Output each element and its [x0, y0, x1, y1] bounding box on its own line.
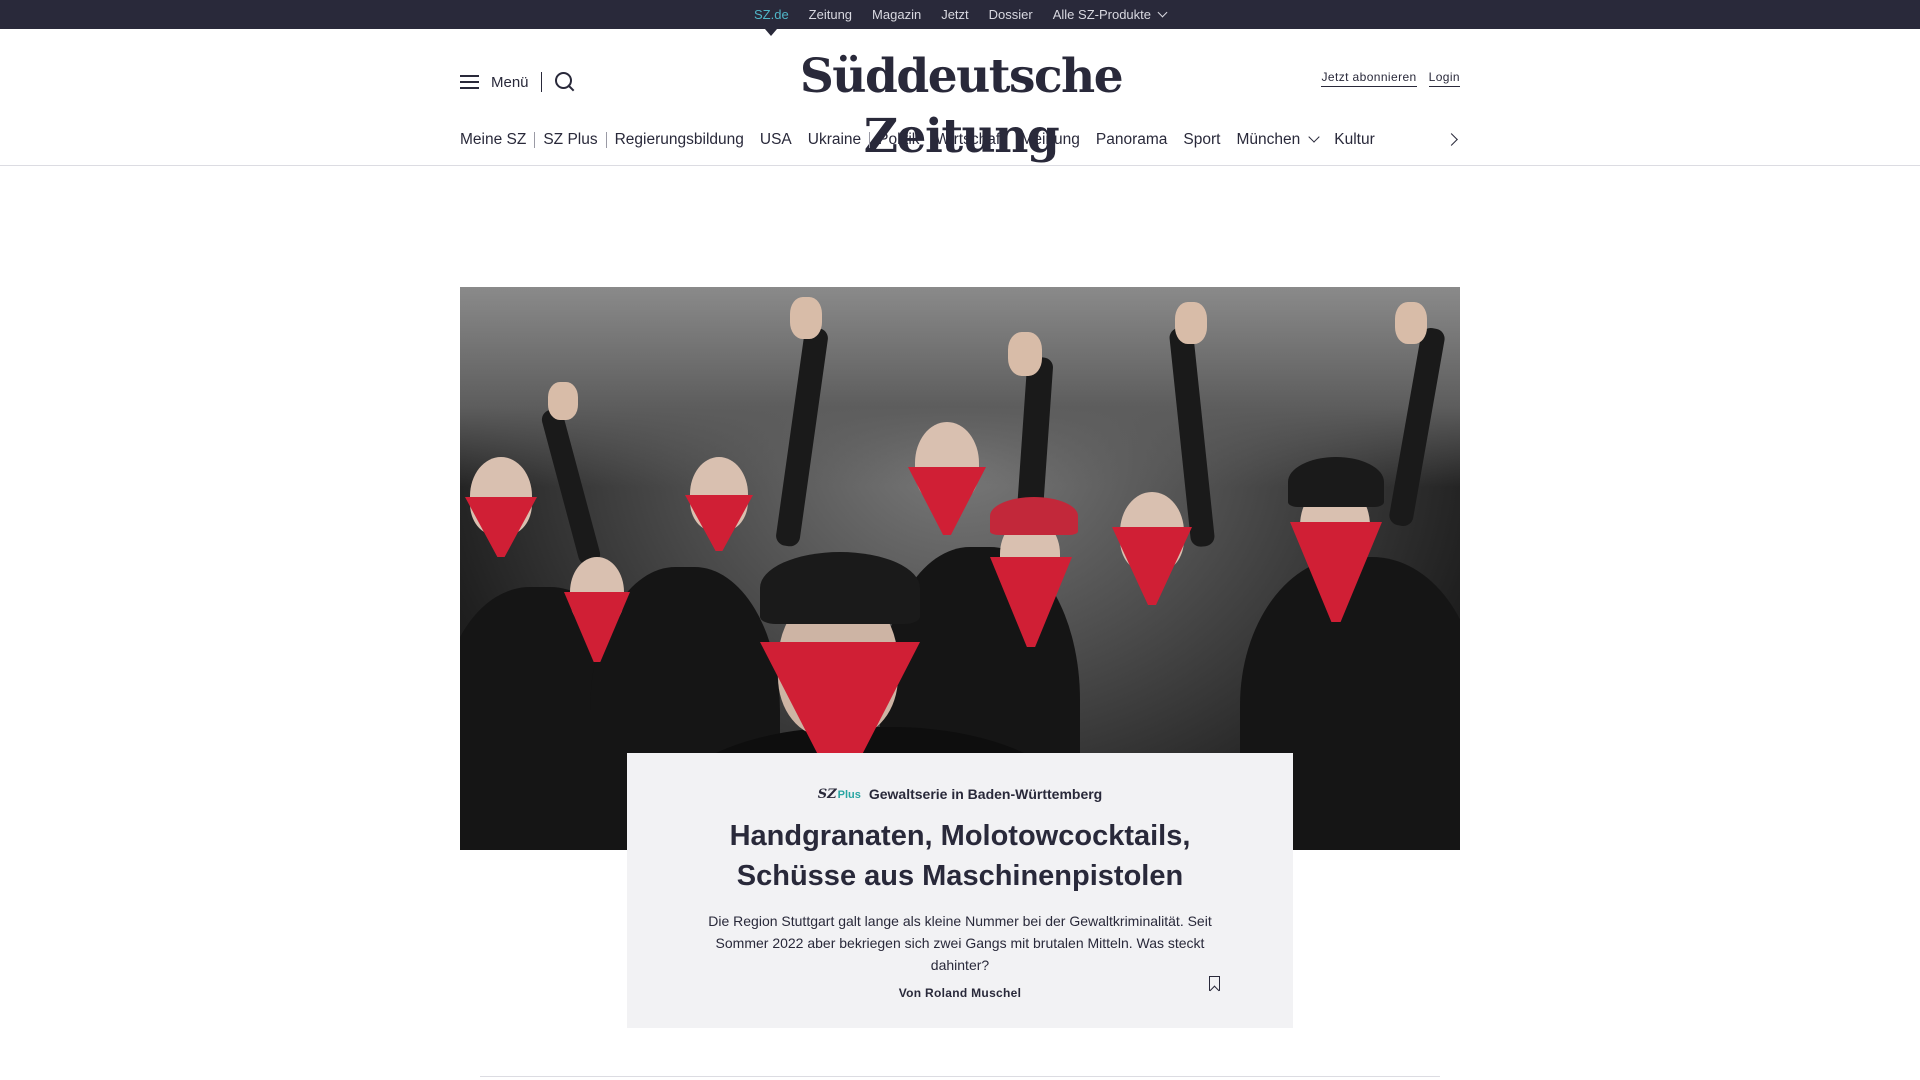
topbar-link-dossier[interactable]: Dossier — [979, 0, 1043, 29]
account-links: Jetzt abonnieren Login — [1321, 70, 1460, 87]
nav-item-meinung[interactable]: Meinung — [1012, 131, 1087, 149]
sz-plus-badge-sz: SZ — [817, 786, 837, 802]
top-product-bar: SZ.de Zeitung Magazin Jetzt Dossier Alle… — [0, 0, 1920, 36]
sz-plus-badge: SZPlus — [818, 787, 861, 802]
divider — [540, 72, 542, 92]
topbar-link-all-products[interactable]: Alle SZ-Produkte — [1043, 0, 1176, 29]
subscribe-link[interactable]: Jetzt abonnieren — [1321, 70, 1417, 87]
masthead: Menü Süddeutsche Zeitung Jetzt abonniere… — [460, 29, 1460, 164]
topbar-link-zeitung[interactable]: Zeitung — [799, 0, 862, 29]
nav-item-usa[interactable]: USA — [752, 131, 800, 149]
article-teaser-card[interactable]: SZPlus Gewaltserie in Baden-Württemberg … — [627, 753, 1293, 1028]
article-byline: Von Roland Muschel — [898, 986, 1022, 1000]
topbar-link-szde[interactable]: SZ.de — [744, 0, 799, 36]
login-link[interactable]: Login — [1428, 70, 1460, 87]
chevron-right-icon[interactable] — [1445, 133, 1458, 146]
nav-item-regierungsbildung[interactable]: Regierungsbildung — [607, 131, 752, 149]
article-kicker: SZPlus Gewaltserie in Baden-Württemberg — [627, 786, 1293, 802]
image-figure — [1288, 457, 1384, 507]
nav-item-meine-sz[interactable]: Meine SZ — [460, 131, 534, 149]
hamburger-menu-icon[interactable] — [460, 75, 479, 89]
nav-item-ukraine[interactable]: Ukraine — [800, 131, 869, 149]
image-figure — [1175, 302, 1207, 344]
image-figure — [1008, 332, 1042, 376]
image-figure — [990, 497, 1078, 535]
bookmark-icon[interactable] — [1209, 976, 1220, 991]
nav-item-politik[interactable]: Politik — [870, 131, 927, 149]
nav-divider-line — [0, 165, 1920, 166]
menu-button[interactable]: Menü — [491, 74, 529, 91]
search-icon[interactable] — [554, 71, 576, 93]
section-divider — [480, 1076, 1440, 1077]
topbar-link-magazin[interactable]: Magazin — [862, 0, 931, 29]
all-products-label: Alle SZ-Produkte — [1052, 7, 1151, 22]
sz-plus-badge-plus: Plus — [837, 788, 861, 801]
image-figure — [1112, 527, 1192, 605]
article-headline[interactable]: Handgranaten, Molotowcocktails, Schüsse … — [680, 816, 1240, 896]
image-figure — [760, 552, 920, 624]
image-figure — [548, 382, 578, 420]
section-nav: Meine SZ SZ Plus Regierungsbildung USA U… — [460, 124, 1460, 156]
image-figure — [790, 297, 822, 339]
nav-item-muenchen[interactable]: München — [1228, 131, 1326, 149]
topbar-link-jetzt[interactable]: Jetzt — [931, 0, 978, 29]
nav-item-sport[interactable]: Sport — [1175, 131, 1228, 149]
chevron-down-icon — [1308, 131, 1320, 143]
nav-item-sz-plus[interactable]: SZ Plus — [535, 131, 605, 149]
chevron-down-icon — [1157, 7, 1168, 18]
nav-item-wirtschaft[interactable]: Wirtschaft — [928, 131, 1013, 149]
kicker-text: Gewaltserie in Baden-Württemberg — [868, 786, 1103, 802]
image-figure — [465, 497, 537, 557]
nav-item-muenchen-label: München — [1236, 131, 1301, 148]
image-figure — [1395, 302, 1427, 344]
image-figure — [908, 467, 986, 535]
nav-item-panorama[interactable]: Panorama — [1088, 131, 1176, 149]
nav-item-kultur[interactable]: Kultur — [1326, 131, 1383, 149]
article-teaser: Die Region Stuttgart galt lange als klei… — [708, 913, 1212, 973]
menu-search-group: Menü — [460, 71, 576, 93]
image-figure — [685, 495, 753, 551]
